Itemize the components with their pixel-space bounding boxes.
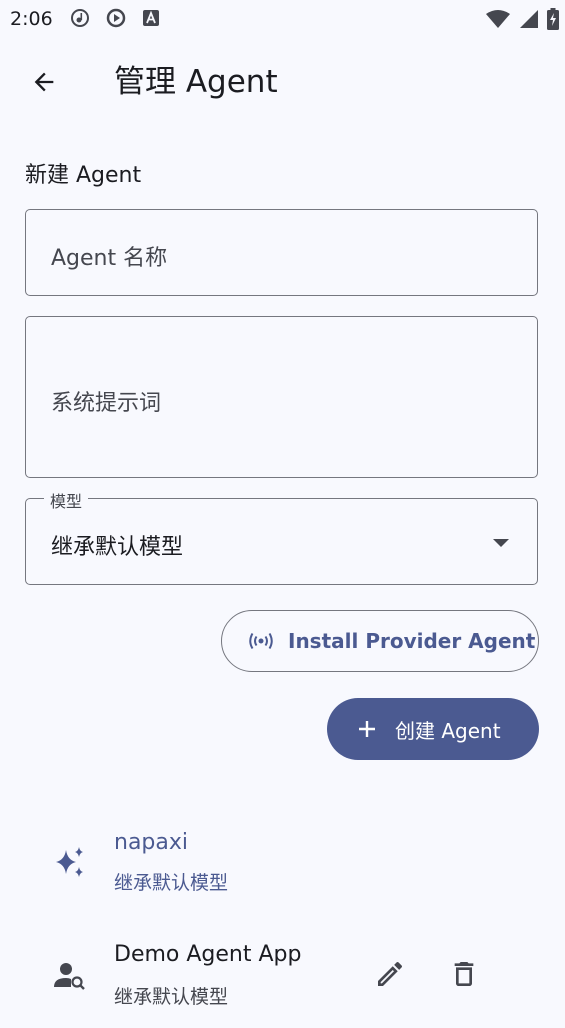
broadcast-icon: [249, 632, 273, 650]
dropdown-arrow-icon: [493, 539, 509, 547]
delete-button[interactable]: [444, 954, 484, 994]
cellular-signal-icon: [520, 10, 538, 28]
install-provider-agent-button[interactable]: Install Provider Agent: [221, 610, 539, 672]
agent-name-placeholder: Agent 名称: [51, 246, 168, 271]
agent-name: Demo Agent App: [114, 942, 302, 967]
system-icons: [485, 8, 559, 30]
app-bar: 管理 Agent: [0, 38, 565, 126]
install-button-label: Install Provider Agent: [288, 629, 536, 653]
agent-name-field[interactable]: Agent 名称: [25, 209, 538, 296]
wifi-icon: [486, 10, 510, 28]
sparkle-icon: [52, 844, 88, 880]
play-icon: [106, 8, 126, 28]
status-bar: 2:06: [0, 0, 565, 38]
edit-button[interactable]: [370, 954, 410, 994]
status-time: 2:06: [10, 8, 53, 30]
section-title: 新建 Agent: [25, 163, 142, 188]
app-a-icon: [143, 10, 159, 26]
arrow-back-icon: [34, 72, 54, 92]
model-label: 模型: [44, 488, 89, 512]
create-agent-button[interactable]: 创建 Agent: [327, 698, 539, 760]
person-search-icon: [52, 957, 88, 993]
music-icon: [71, 9, 89, 27]
plus-icon: [359, 721, 375, 737]
battery-icon: [547, 8, 559, 30]
list-item[interactable]: napaxi 继承默认模型: [0, 818, 565, 914]
edit-pencil-icon: [378, 961, 403, 986]
back-button[interactable]: [22, 60, 66, 104]
trash-icon: [454, 962, 474, 986]
model-selected-value: 继承默认模型: [51, 535, 184, 560]
list-item[interactable]: Demo Agent App 继承默认模型: [0, 932, 565, 1028]
agent-name: napaxi: [114, 830, 189, 855]
notification-icons: [70, 8, 160, 28]
system-prompt-field[interactable]: 系统提示词: [25, 316, 538, 478]
model-dropdown[interactable]: 模型 继承默认模型: [25, 488, 538, 585]
system-prompt-placeholder: 系统提示词: [51, 391, 162, 416]
create-button-label: 创建 Agent: [395, 718, 501, 743]
agent-model: 继承默认模型: [114, 986, 229, 1008]
agent-model: 继承默认模型: [114, 872, 229, 894]
page-title: 管理 Agent: [114, 64, 278, 100]
